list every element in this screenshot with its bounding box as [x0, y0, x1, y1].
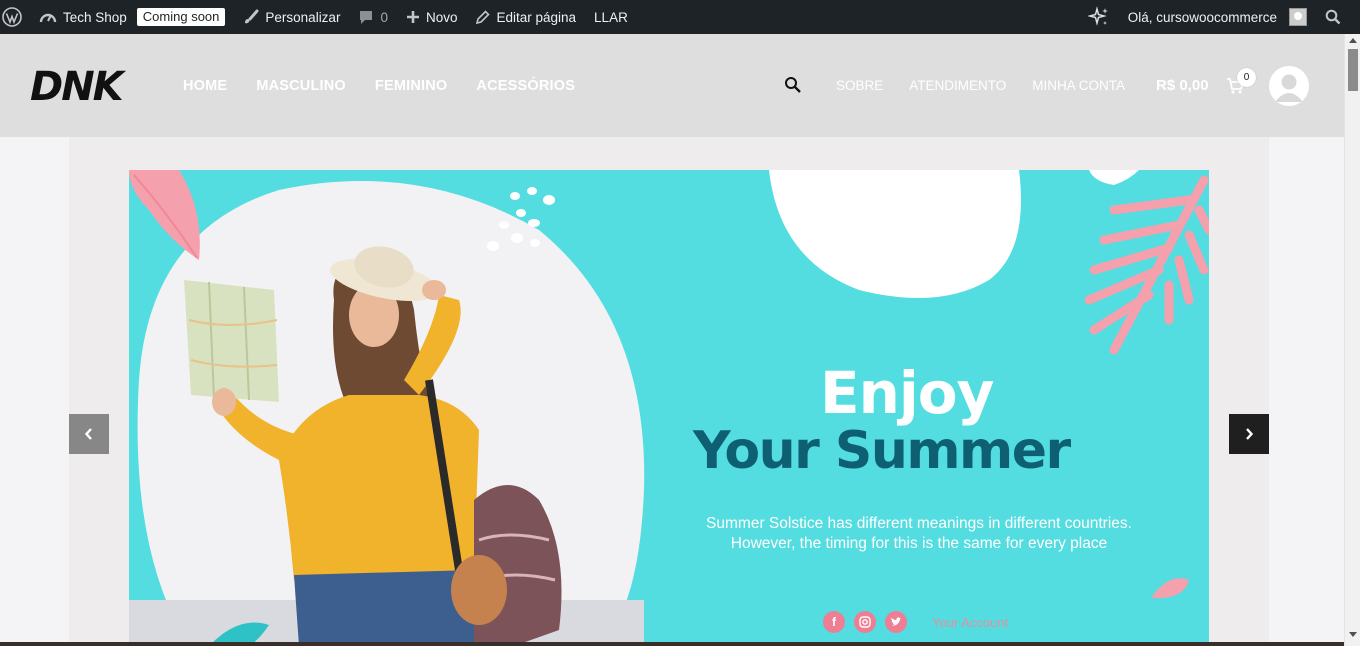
instagram-icon[interactable] [854, 611, 876, 633]
llar-label: LLAR [594, 9, 628, 25]
dashboard-icon [39, 13, 57, 23]
slide-description-line1: Summer Solstice has different meanings i… [706, 515, 1132, 532]
your-account-link[interactable]: Your Account [932, 615, 1008, 630]
site-logo[interactable]: DNK [28, 64, 132, 113]
comments-count: 0 [380, 9, 388, 25]
comments-button[interactable]: 0 [349, 0, 397, 34]
twitter-icon[interactable] [885, 611, 907, 633]
sparkle-icon [1087, 6, 1108, 26]
new-label: Novo [425, 9, 458, 25]
page-scrollbar[interactable] [1344, 34, 1360, 646]
site-header: DNK HOME MASCULINO FEMININO ACESSÓRIOS S… [0, 34, 1344, 137]
coming-soon-badge[interactable]: Coming soon [136, 8, 226, 26]
cart-total[interactable]: R$ 0,00 [1156, 77, 1209, 94]
nav-acessorios[interactable]: ACESSÓRIOS [476, 78, 575, 94]
wordpress-icon [2, 7, 22, 27]
admin-search-button[interactable] [1316, 0, 1350, 34]
main-navigation: HOME MASCULINO FEMININO ACESSÓRIOS [183, 78, 575, 94]
wordpress-logo-button[interactable] [0, 0, 30, 34]
scrollbar-thumb[interactable] [1348, 49, 1358, 91]
admin-bar: Tech Shop Coming soon Personalizar 0 Nov… [0, 0, 1360, 34]
chevron-right-icon [1246, 428, 1254, 440]
header-search-button[interactable] [784, 76, 802, 99]
user-avatar[interactable] [1269, 66, 1309, 106]
twitter-glyph [891, 617, 902, 626]
nav-feminino[interactable]: FEMININO [375, 78, 448, 94]
slider-prev-button[interactable] [69, 414, 109, 454]
nav-masculino[interactable]: MASCULINO [256, 78, 346, 94]
page-content: DNK HOME MASCULINO FEMININO ACESSÓRIOS S… [0, 34, 1344, 646]
ai-assistant-button[interactable] [1079, 0, 1119, 34]
slide-description: Summer Solstice has different meanings i… [680, 514, 1158, 554]
secondary-navigation: SOBRE ATENDIMENTO MINHA CONTA [836, 78, 1125, 93]
nav-atendimento[interactable]: ATENDIMENTO [909, 78, 1006, 93]
admin-bar-right: Olá, cursowoocommerce [1079, 0, 1360, 34]
admin-avatar [1289, 8, 1307, 26]
window-bottom-edge [0, 642, 1344, 646]
cart-count-badge: 0 [1237, 68, 1256, 87]
admin-bar-left: Tech Shop Coming soon Personalizar 0 Nov… [0, 0, 637, 34]
instagram-glyph [859, 616, 871, 628]
search-icon [785, 77, 801, 93]
slide-heading-summer: Your Summer [693, 421, 1071, 481]
facebook-icon[interactable]: f [823, 611, 845, 633]
edit-page-button[interactable]: Editar página [466, 0, 585, 34]
slide-social-links: f Your Account [823, 611, 1008, 633]
slider-next-button[interactable] [1229, 414, 1269, 454]
edit-page-label: Editar página [496, 9, 577, 25]
my-account-menu[interactable]: Olá, cursowoocommerce [1119, 0, 1316, 34]
site-name: Tech Shop [63, 9, 127, 25]
scroll-down-arrow-icon[interactable] [1349, 632, 1357, 637]
brush-icon [245, 9, 259, 24]
hero-slide[interactable]: Enjoy Your Summer Summer Solstice has di… [129, 170, 1209, 646]
comment-icon [360, 11, 373, 24]
greeting-text: Olá, cursowoocommerce [1127, 9, 1277, 25]
svg-text:DNK: DNK [30, 64, 127, 108]
nav-sobre[interactable]: SOBRE [836, 78, 883, 93]
site-name-menu[interactable]: Tech Shop Coming soon [30, 0, 234, 34]
nav-minha-conta[interactable]: MINHA CONTA [1032, 78, 1125, 93]
nav-home[interactable]: HOME [183, 78, 227, 94]
slide-heading-enjoy: Enjoy [820, 359, 994, 427]
pencil-icon [476, 9, 491, 24]
slide-description-line2: However, the timing for this is the same… [730, 535, 1108, 552]
llar-button[interactable]: LLAR [585, 0, 637, 34]
hero-artwork [129, 170, 1209, 646]
dnk-logo: DNK [30, 64, 129, 110]
plus-icon [406, 11, 419, 23]
scroll-up-arrow-icon[interactable] [1349, 38, 1357, 43]
search-icon [1325, 9, 1341, 25]
new-content-button[interactable]: Novo [397, 0, 467, 34]
chevron-left-icon [84, 428, 92, 440]
customize-label: Personalizar [265, 9, 341, 25]
customize-button[interactable]: Personalizar [234, 0, 349, 34]
user-icon [1269, 66, 1309, 106]
